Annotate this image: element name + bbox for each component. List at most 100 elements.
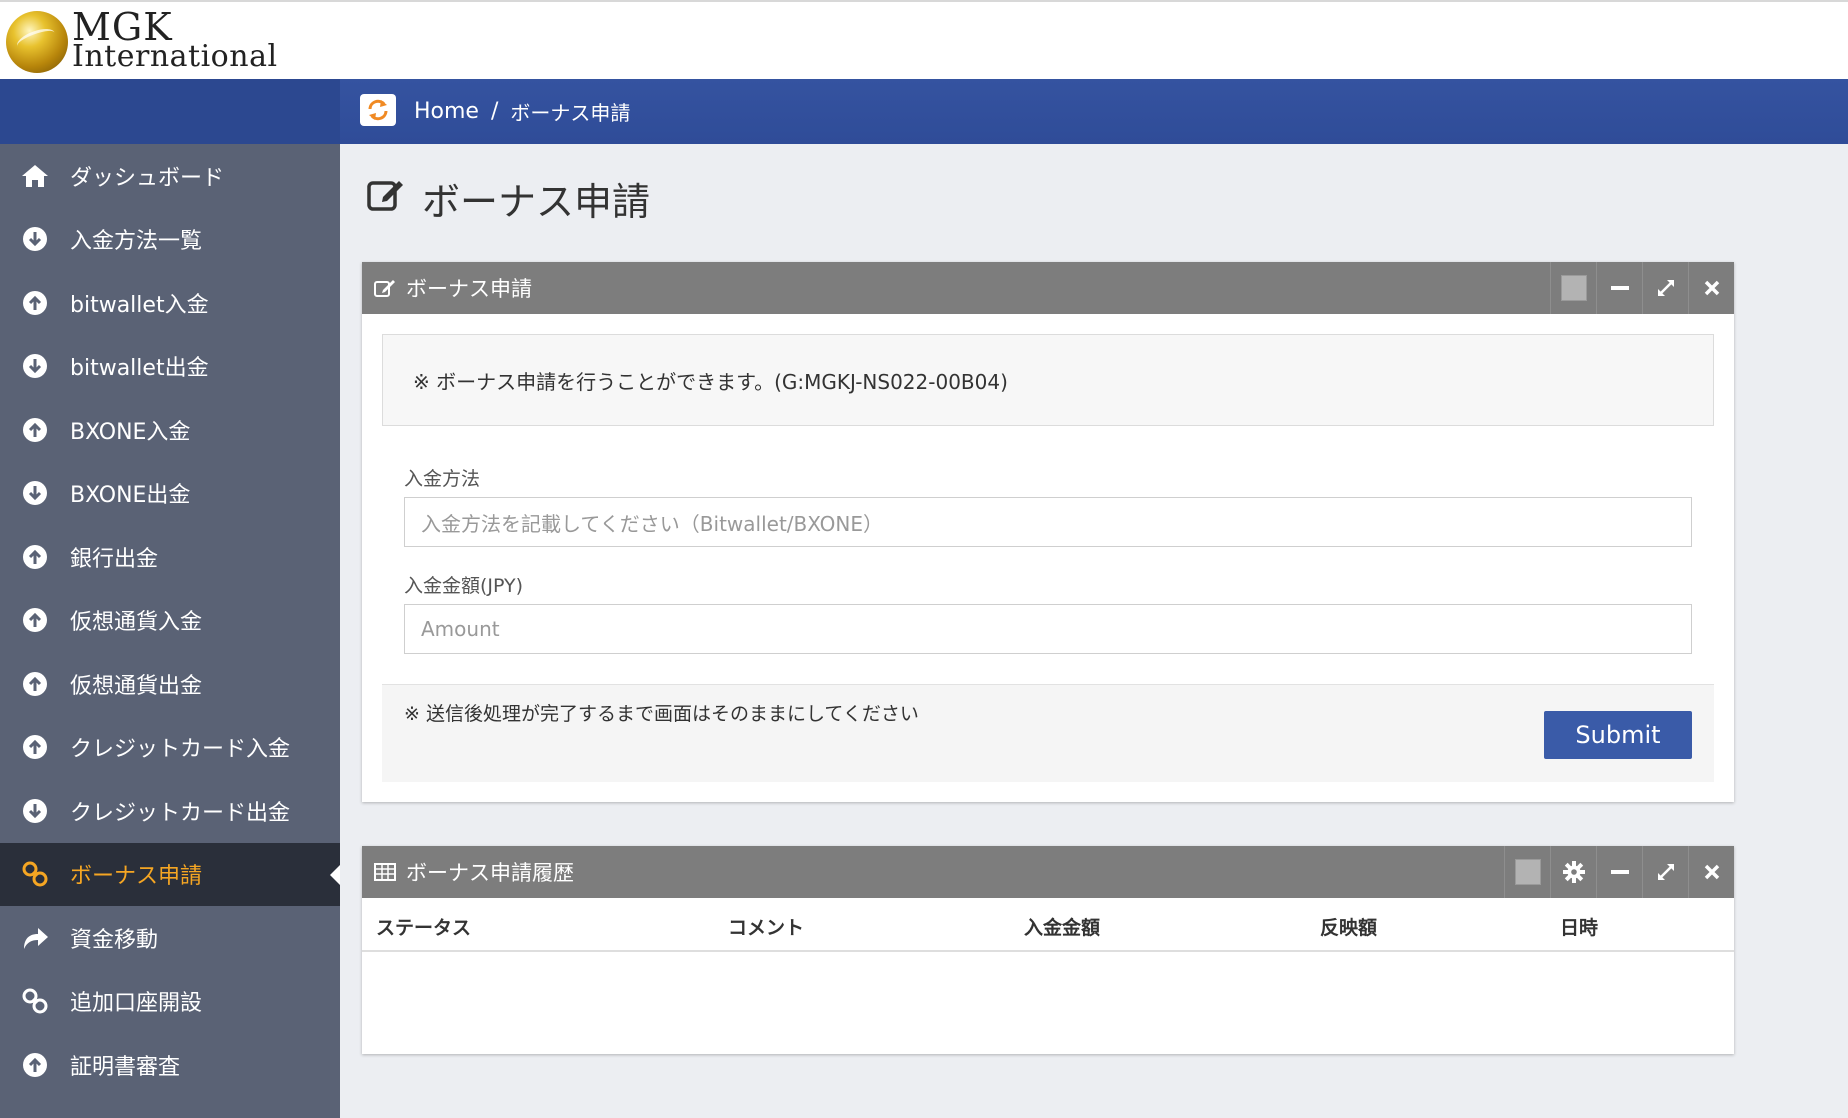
table-header: ステータス コメント 入金金額 反映額 日時 [362,898,1734,952]
color-swatch-icon [1560,275,1587,301]
table-icon [374,863,396,881]
column-header-comment[interactable]: コメント [728,913,804,940]
color-picker-button[interactable] [1504,846,1550,898]
brand-line1: MGK [72,5,173,49]
sidebar-item-additional-account[interactable]: 追加口座開設 [0,970,340,1034]
column-header-reflected-amount[interactable]: 反映額 [1320,913,1377,940]
logo-globe-icon [6,11,68,73]
edit-icon [366,175,406,222]
settings-button[interactable] [1550,846,1596,898]
band-left [0,79,340,144]
sidebar-item-label: bitwallet出金 [70,356,209,382]
deposit-amount-label: 入金金額(JPY) [404,575,524,597]
collapse-button[interactable] [1596,846,1642,898]
breadcrumb: Home / ボーナス申請 [414,95,630,127]
expand-icon [1657,280,1674,296]
sidebar-item-label: ダッシュボード [70,165,225,191]
breadcrumb-bar: Home / ボーナス申請 [0,79,1848,144]
sidebar-item-bonus-request[interactable]: ボーナス申請 [0,842,340,906]
link-icon [20,986,50,1016]
sidebar-item-dashboard[interactable]: ダッシュボード [0,144,340,208]
sidebar-item-document-review[interactable]: 証明書審査 [0,1033,340,1097]
breadcrumb-home[interactable]: Home [414,99,479,124]
arrow-down-circle-icon [20,224,50,254]
link-icon [20,859,50,889]
fullscreen-button[interactable] [1642,262,1688,314]
sidebar: ダッシュボード 入金方法一覧 bitwallet入金 bitwallet出金 B… [0,144,340,1118]
close-icon [1704,864,1719,880]
breadcrumb-separator: / [490,98,499,124]
panel-header: ボーナス申請履歴 [362,846,1734,898]
deposit-amount-placeholder: Amount [421,617,500,641]
minus-icon [1610,286,1629,290]
panel-tools [1504,846,1734,898]
close-icon [1704,280,1719,296]
panel-tools [1550,262,1734,314]
panel-title: ボーナス申請 [406,277,532,301]
sidebar-item-bxone-deposit[interactable]: BXONE入金 [0,398,340,462]
notice-text: ※ ボーナス申請を行うことができます。(G:MGKJ-NS022-00B04) [413,369,1008,394]
sidebar-item-label: クレジットカード入金 [70,737,291,763]
arrow-up-circle-icon [20,1050,50,1080]
sidebar-item-card-deposit[interactable]: クレジットカード入金 [0,716,340,780]
sidebar-item-bitwallet-deposit[interactable]: bitwallet入金 [0,271,340,335]
arrow-up-circle-icon [20,669,50,699]
arrow-up-circle-icon [20,288,50,318]
panel-title: ボーナス申請履歴 [406,861,574,885]
arrow-down-circle-icon [20,478,50,508]
column-header-datetime[interactable]: 日時 [1560,913,1598,940]
sidebar-item-bank-withdraw[interactable]: 銀行出金 [0,525,340,589]
logo-text: MGK International [72,5,278,74]
deposit-method-label: 入金方法 [404,468,481,490]
arrow-up-circle-icon [20,415,50,445]
color-picker-button[interactable] [1550,262,1596,314]
deposit-method-input[interactable]: 入金方法を記載してください（Bitwallet/BXONE） [404,497,1692,547]
bonus-history-panel: ボーナス申請履歴 ステータス コメント 入金金額 反映額 日時 [362,846,1734,1054]
arrow-up-circle-icon [20,605,50,635]
arrow-down-circle-icon [20,796,50,826]
arrow-up-circle-icon [20,732,50,762]
refresh-icon [368,99,388,121]
submit-button[interactable]: Submit [1544,711,1692,759]
sidebar-item-label: 銀行出金 [70,546,159,572]
deposit-method-group: 入金方法 入金方法を記載してください（Bitwallet/BXONE） [404,464,1692,547]
column-header-deposit-amount[interactable]: 入金金額 [1024,913,1100,940]
brand-line2: International [72,39,278,74]
fullscreen-button[interactable] [1642,846,1688,898]
sidebar-item-bitwallet-withdraw[interactable]: bitwallet出金 [0,335,340,399]
arrow-up-circle-icon [20,542,50,572]
sidebar-item-label: 入金方法一覧 [70,229,203,255]
sidebar-item-label: BXONE出金 [70,483,191,509]
gear-icon [1562,861,1585,883]
column-header-status[interactable]: ステータス [376,913,471,940]
footer-note: ※ 送信後処理が完了するまで画面はそのままにしてください [404,703,919,725]
arrow-down-circle-icon [20,351,50,381]
share-arrow-icon [20,923,50,953]
bonus-request-panel: ボーナス申請 ※ ボーナス申請を行うことができます。(G:MGKJ-NS022-… [362,262,1734,802]
close-button[interactable] [1688,846,1734,898]
form-footer: ※ 送信後処理が完了するまで画面はそのままにしてください Submit [382,684,1714,782]
logo[interactable]: MGK International [6,5,278,74]
page-title-text: ボーナス申請 [422,179,651,224]
refresh-button[interactable] [360,94,396,126]
top-header: MGK International [0,0,1848,79]
minus-icon [1610,870,1629,874]
sidebar-item-crypto-deposit[interactable]: 仮想通貨入金 [0,589,340,653]
collapse-button[interactable] [1596,262,1642,314]
sidebar-item-fund-transfer[interactable]: 資金移動 [0,906,340,970]
sidebar-item-card-withdraw[interactable]: クレジットカード出金 [0,779,340,843]
deposit-amount-input[interactable]: Amount [404,604,1692,654]
sidebar-item-bxone-withdraw[interactable]: BXONE出金 [0,462,340,526]
home-icon [20,161,50,191]
sidebar-item-label: 証明書審査 [70,1054,181,1080]
panel-header: ボーナス申請 [362,262,1734,314]
close-button[interactable] [1688,262,1734,314]
sidebar-item-label: 仮想通貨出金 [70,673,203,699]
sidebar-item-crypto-withdraw[interactable]: 仮想通貨出金 [0,652,340,716]
sidebar-item-label: クレジットカード出金 [70,800,291,826]
notice-box: ※ ボーナス申請を行うことができます。(G:MGKJ-NS022-00B04) [382,334,1714,426]
sidebar-item-label: 資金移動 [70,927,159,953]
sidebar-item-label: 追加口座開設 [70,991,203,1017]
sidebar-item-label: bitwallet入金 [70,292,209,318]
sidebar-item-deposit-methods[interactable]: 入金方法一覧 [0,208,340,272]
